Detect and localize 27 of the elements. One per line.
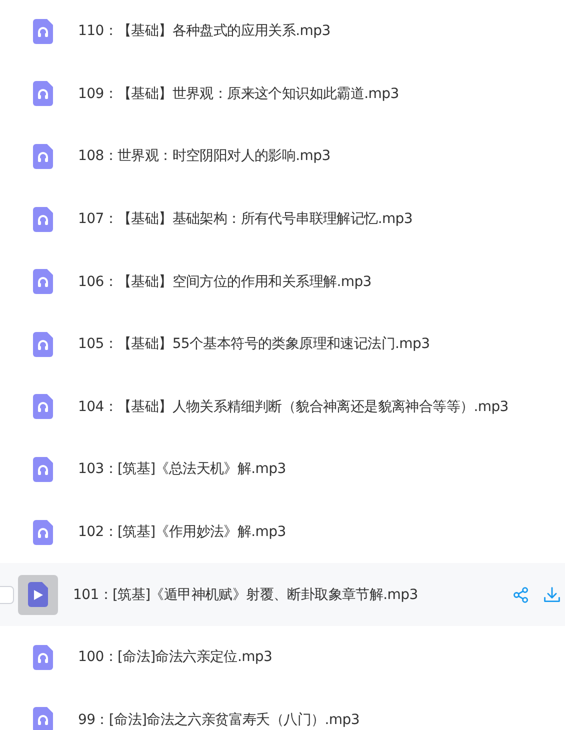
- file-name[interactable]: 100：[命法]命法六亲定位.mp3: [78, 648, 565, 666]
- file-name[interactable]: 106：【基础】空间方位的作用和关系理解.mp3: [78, 272, 565, 291]
- file-name[interactable]: 108：世界观：时空阴阳对人的影响.mp3: [78, 147, 565, 166]
- file-name[interactable]: 109：【基础】世界观：原来这个知识如此霸道.mp3: [78, 84, 565, 103]
- audio-file-icon: [33, 644, 53, 670]
- audio-file-icon: [33, 18, 53, 44]
- share-icon[interactable]: [512, 586, 530, 604]
- file-name[interactable]: 107：【基础】基础架构：所有代号串联理解记忆.mp3: [78, 210, 565, 228]
- audio-file-icon: [33, 520, 53, 545]
- file-name[interactable]: 105：【基础】55个基本符号的类象原理和速记法门.mp3: [78, 335, 565, 354]
- audio-file-icon: [33, 269, 53, 294]
- audio-file-icon: [33, 332, 53, 357]
- audio-file-icon: [33, 144, 53, 169]
- audio-file-icon: [33, 456, 53, 482]
- audio-file-play-icon: [28, 582, 48, 608]
- file-name[interactable]: 103：[筑基]《总法天机》解.mp3: [78, 460, 565, 478]
- audio-file-icon: [33, 394, 53, 420]
- file-row-highlight[interactable]: 101：[筑基]《遁甲神机赋》射覆、断卦取象章节解.mp3: [0, 563, 565, 626]
- download-icon[interactable]: [543, 586, 561, 604]
- file-name[interactable]: 101：[筑基]《遁甲神机赋》射覆、断卦取象章节解.mp3: [73, 586, 512, 604]
- file-name[interactable]: 99：[命法]命法之六亲贫富寿夭（八门）.mp3: [78, 710, 565, 729]
- file-name[interactable]: 104：【基础】人物关系精细判断（貌合神离还是貌离神合等等）.mp3: [78, 398, 565, 416]
- file-name[interactable]: 102：[筑基]《作用妙法》解.mp3: [78, 523, 565, 542]
- file-name[interactable]: 110：【基础】各种盘式的应用关系.mp3: [78, 22, 565, 40]
- play-button[interactable]: [18, 574, 58, 615]
- audio-file-icon: [33, 81, 53, 106]
- audio-file-icon: [33, 206, 53, 232]
